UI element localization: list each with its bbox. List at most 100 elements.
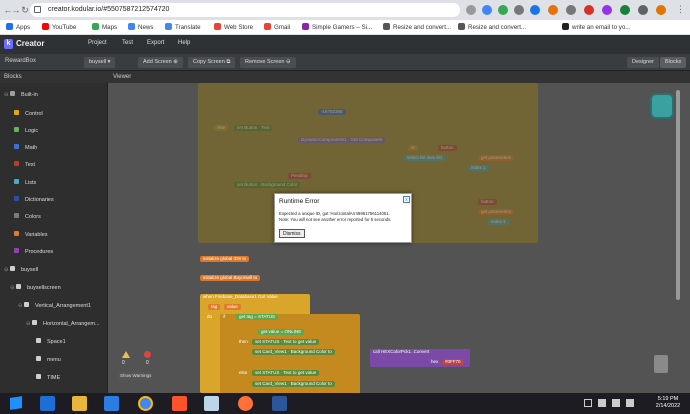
code-block[interactable]: initialize global Buyorsell to (200, 275, 261, 281)
app-menubar: k Creator Project Test Export Help (0, 35, 690, 54)
designer-button[interactable]: Designer (627, 57, 660, 68)
error-count: 0 (146, 360, 149, 366)
code-block[interactable]: set Card_View1 · Background Color to (252, 381, 335, 387)
menu-help[interactable]: Help (178, 40, 190, 46)
file-explorer-icon[interactable] (72, 396, 87, 411)
network-icon[interactable] (598, 399, 606, 407)
share-icon[interactable] (466, 5, 476, 15)
code-block[interactable]: #0FF70 (442, 359, 464, 365)
code-block[interactable]: tag (208, 304, 221, 310)
tree-item[interactable]: ⊖ buysellscreen (0, 282, 108, 294)
code-block[interactable]: set STATUS · Text to get value (252, 339, 320, 345)
bookmark-youtube[interactable]: YouTube (42, 20, 76, 35)
remove-screen-button[interactable]: Remove Screen ⊖ (240, 57, 296, 68)
tree-item[interactable]: Text (0, 159, 108, 171)
code-block[interactable]: else (236, 370, 251, 376)
extension-icon[interactable] (566, 5, 576, 15)
tree-item[interactable]: Procedures (0, 246, 108, 258)
tree-item[interactable]: Space1 (0, 336, 108, 348)
tree-item[interactable]: ⊖ Built-in (0, 89, 108, 101)
screen-select[interactable]: buysell ▾ (84, 57, 116, 68)
avatar[interactable] (656, 5, 666, 15)
error-icon (144, 351, 151, 358)
tree-item[interactable]: menu (0, 354, 108, 366)
kodular-logo: k (4, 39, 13, 49)
backpack-icon[interactable] (650, 93, 674, 119)
warning-icon (122, 351, 130, 358)
volume-icon[interactable] (626, 399, 634, 407)
tree-item[interactable]: Dictionaries (0, 194, 108, 206)
bookmark-email[interactable]: write an email to yo... (562, 20, 630, 35)
extension-icon[interactable] (602, 5, 612, 15)
code-block[interactable]: get value = ONLINE (258, 329, 305, 335)
extension-icon[interactable] (584, 5, 594, 15)
tray-chevron-icon[interactable] (584, 399, 592, 407)
warning-count: 0 (122, 360, 125, 366)
viewer-title: Viewer (108, 71, 690, 83)
tree-item[interactable]: ⊖ buysell (0, 264, 108, 276)
tree-item[interactable]: ⊖ Horizontal_Arrangem... (0, 318, 108, 330)
error-message: Expected a unique ID, got 'HorizontalArr… (279, 211, 390, 216)
tree-item[interactable]: Control (0, 108, 108, 120)
extension-icon[interactable] (530, 5, 540, 15)
blocks-panel-title: Blocks (0, 71, 108, 83)
code-block[interactable]: initialize global IDS to (200, 256, 250, 262)
code-block[interactable]: value (224, 304, 241, 310)
menu-project[interactable]: Project (88, 40, 107, 46)
copy-screen-button[interactable]: Copy Screen ⧉ (188, 57, 236, 68)
media-player-icon[interactable] (104, 396, 119, 411)
taskbar-clock[interactable]: 5:19 PM 2/14/2022 (648, 396, 688, 410)
address-bar[interactable]: creator.kodular.io/#5507587212574720 (30, 3, 460, 17)
bookmark-webstore[interactable]: Web Store (214, 20, 253, 35)
code-block[interactable]: hex (428, 359, 442, 365)
more-icon[interactable]: ⋮ (676, 4, 685, 15)
bookmark-simple-gamers[interactable]: Simple Gamers – Si... (302, 20, 372, 35)
notepad-icon[interactable] (204, 396, 219, 411)
code-block[interactable]: set STATUS · Text to get value (252, 370, 320, 376)
show-warnings-button[interactable]: Show Warnings (118, 372, 154, 380)
tree-item[interactable]: Logic (0, 125, 108, 137)
bookmark-gmail[interactable]: Gmail (264, 20, 290, 35)
extension-icon[interactable] (514, 5, 524, 15)
code-block[interactable]: set Card_View1 · Background Color to (252, 349, 335, 355)
puzzle-icon[interactable] (638, 5, 648, 15)
extension-icon[interactable] (498, 5, 508, 15)
code-block[interactable]: do (204, 314, 216, 320)
tree-item[interactable]: ⊖ Vertical_Arrangement1 (0, 300, 108, 312)
code-block[interactable]: get tag = STATUS (236, 314, 279, 320)
bookmark-resize-1[interactable]: Resize and convert... (383, 20, 451, 35)
trash-icon[interactable] (654, 355, 668, 373)
brave-icon[interactable] (172, 396, 187, 411)
battery-icon[interactable] (612, 399, 620, 407)
bookmark-news[interactable]: News (128, 20, 153, 35)
extension-icon[interactable] (482, 5, 492, 15)
word-icon[interactable] (272, 396, 287, 411)
bookmark-maps[interactable]: Maps (92, 20, 117, 35)
firefox-icon[interactable] (238, 396, 253, 411)
tree-item[interactable]: TIME (0, 372, 108, 384)
bookmark-resize-2[interactable]: Resize and convert... (458, 20, 526, 35)
blocks-button[interactable]: Blocks (660, 57, 687, 68)
blocks-tree: ⊖ Built-in Control Logic Math Text Lists … (0, 83, 108, 393)
menu-export[interactable]: Export (147, 40, 164, 46)
chrome-icon[interactable] (138, 396, 153, 411)
internet-explorer-icon[interactable] (40, 396, 55, 411)
tree-item[interactable]: Variables (0, 229, 108, 241)
dismiss-button[interactable]: Dismiss (279, 229, 305, 238)
tree-item[interactable]: Math (0, 142, 108, 154)
bookmarks-bar: Apps YouTube Maps News Translate Web Sto… (0, 20, 690, 35)
bookmark-translate[interactable]: Translate (165, 20, 201, 35)
bookmark-apps[interactable]: Apps (6, 20, 30, 35)
windows-start-icon[interactable] (10, 396, 22, 410)
menu-test[interactable]: Test (122, 40, 133, 46)
runtime-error-dialog: Runtime Error x Expected a unique ID, go… (274, 193, 412, 243)
tree-item[interactable]: Colors (0, 211, 108, 223)
dialog-title: Runtime Error (279, 198, 320, 205)
close-icon[interactable]: x (403, 196, 410, 203)
tree-item[interactable]: Lists (0, 177, 108, 189)
metamask-icon[interactable] (548, 5, 558, 15)
scrollbar[interactable] (676, 90, 680, 300)
code-block[interactable]: then (236, 339, 251, 345)
add-screen-button[interactable]: Add Screen ⊕ (138, 57, 183, 68)
extension-icon[interactable] (620, 5, 630, 15)
